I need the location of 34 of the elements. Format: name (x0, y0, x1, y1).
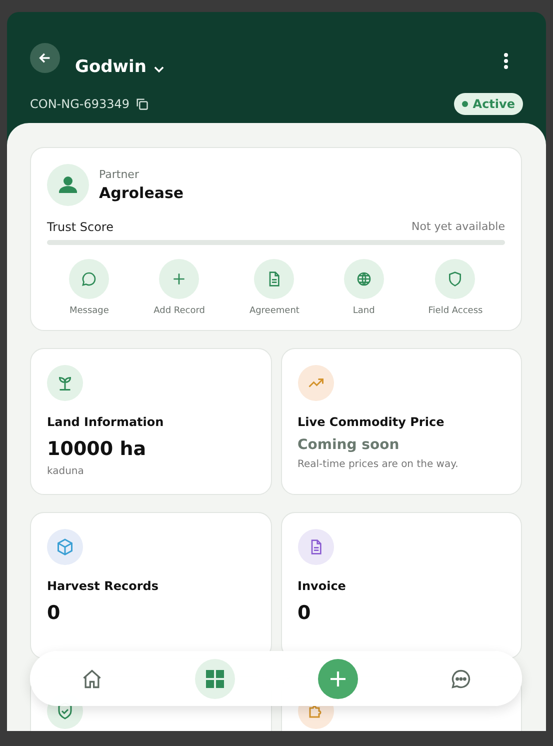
contract-id: CON-NG-693349 (30, 97, 130, 111)
copy-icon[interactable] (134, 97, 149, 111)
trust-score-value: Not yet available (411, 220, 505, 234)
partner-name-title: Godwin (75, 57, 146, 77)
card-title: Invoice (298, 579, 347, 593)
home-icon (80, 668, 102, 690)
card-note: Real-time prices are on the way. (298, 459, 460, 470)
shield-icon (447, 271, 464, 287)
status-badge: Active (454, 93, 523, 115)
cube-icon (56, 538, 74, 556)
back-button[interactable] (30, 43, 60, 73)
card-value: 0 (47, 602, 62, 624)
card-title: Harvest Records (47, 579, 160, 593)
globe-icon (356, 271, 372, 287)
card-value: Coming soon (298, 437, 400, 453)
person-avatar-icon (47, 164, 89, 206)
dashboard-nav-button[interactable] (194, 658, 234, 698)
card-value: 0 (298, 602, 312, 624)
chat-bubble-icon (450, 668, 472, 690)
trust-score-label: Trust Score (47, 220, 114, 234)
back-arrow-icon (38, 51, 52, 65)
partner-label: Partner (99, 168, 140, 181)
plus-icon (328, 668, 348, 688)
sprout-icon (56, 374, 74, 392)
card-title: Live Commodity Price (298, 415, 446, 429)
card-value: 10000 ha (47, 438, 148, 460)
grid-icon (204, 668, 224, 688)
card-title: Land Information (47, 415, 165, 429)
more-options-icon[interactable] (503, 53, 509, 69)
partner-name: Agrolease (99, 184, 184, 202)
chat-bubble-icon (81, 271, 98, 287)
add-button[interactable] (318, 658, 358, 698)
plus-icon (171, 271, 188, 287)
card-note: kaduna (47, 466, 85, 477)
